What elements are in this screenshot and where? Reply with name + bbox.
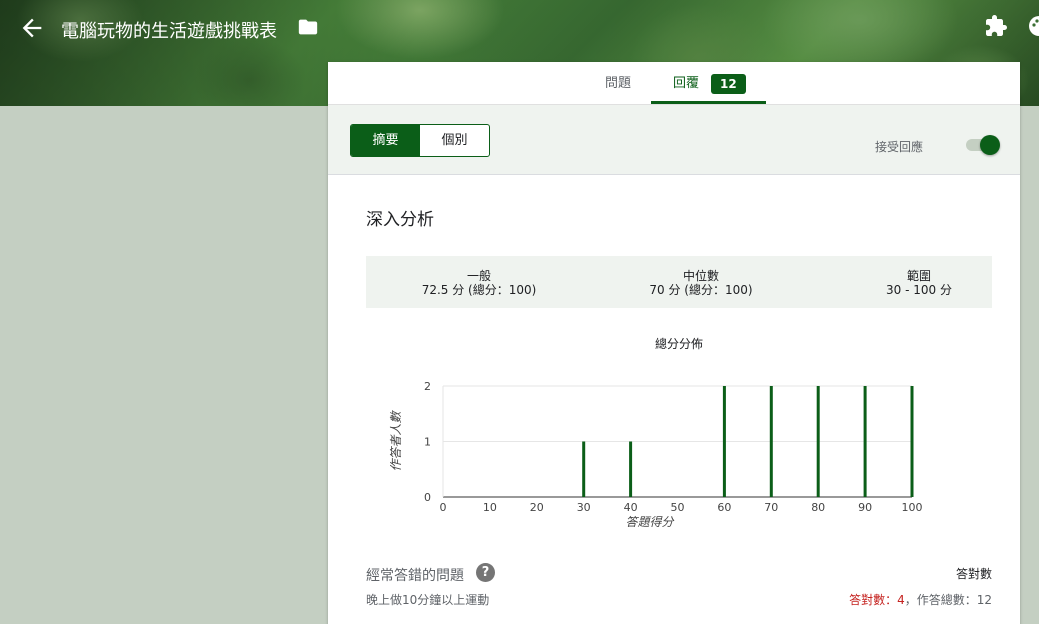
palette-icon[interactable] — [1027, 14, 1039, 38]
chart-bar — [629, 441, 633, 497]
folder-icon[interactable] — [297, 16, 319, 38]
stat-average-value: 72.5 分 (總分：100) — [421, 283, 537, 297]
stat-median-value: 70 分 (總分：100) — [649, 283, 753, 297]
stat-median-label: 中位數 — [682, 269, 719, 283]
x-tick-label: 90 — [858, 501, 872, 514]
responses-toolbar: 摘要 個別 接受回應 — [328, 105, 1020, 175]
x-tick-label: 10 — [483, 501, 497, 514]
active-tab-indicator — [651, 101, 766, 104]
x-tick-label: 60 — [717, 501, 731, 514]
summary-button[interactable]: 摘要 — [351, 125, 420, 156]
y-tick-label: 2 — [424, 380, 431, 393]
toggle-thumb — [980, 135, 1000, 155]
chart-bar — [816, 386, 820, 497]
x-tick-label: 70 — [764, 501, 778, 514]
insights-title: 深入分析 — [366, 210, 434, 230]
individual-button[interactable]: 個別 — [420, 125, 489, 156]
correct-count: 答對數：4 — [849, 593, 905, 607]
x-tick-label: 100 — [902, 501, 923, 514]
tab-questions[interactable]: 問題 — [605, 62, 631, 105]
y-tick-label: 1 — [424, 436, 431, 449]
chart-title: 總分分佈 — [655, 336, 703, 351]
help-icon[interactable]: ? — [476, 563, 495, 582]
view-switcher: 摘要 個別 — [350, 124, 490, 157]
tab-responses-label: 回覆 — [673, 76, 700, 91]
x-axis-label: 答題得分 — [625, 515, 674, 529]
tab-bar: 問題 回覆 12 — [328, 62, 1020, 105]
chart-bar — [910, 386, 914, 497]
x-tick-label: 30 — [577, 501, 591, 514]
tab-responses[interactable]: 回覆 12 — [673, 62, 746, 105]
x-tick-label: 40 — [624, 501, 638, 514]
chart-bar — [582, 441, 586, 497]
chart-bar — [863, 386, 867, 497]
stat-range: 範圍 30 - 100 分 — [856, 269, 982, 297]
x-tick-label: 50 — [671, 501, 685, 514]
responses-card: 問題 回覆 12 摘要 個別 接受回應 深入分析 一般 72.5 分 (總分：10… — [328, 62, 1020, 624]
back-arrow-icon[interactable] — [18, 14, 46, 42]
frequently-missed-title: 經常答錯的問題 — [366, 568, 464, 584]
accepting-responses-label: 接受回應 — [874, 140, 923, 154]
stat-average: 一般 72.5 分 (總分：100) — [416, 269, 542, 297]
score-distribution-chart: 總分分佈0120 10 20 30 40 50 60 70 80 90 100答題得分作答者人數 — [389, 336, 923, 529]
missed-question-stats: 答對數：4，作答總數：12 — [849, 591, 992, 608]
stat-median: 中位數 70 分 (總分：100) — [638, 269, 764, 297]
accepting-responses-toggle[interactable] — [964, 133, 1000, 155]
total-count: ，作答總數：12 — [904, 593, 992, 607]
score-stats: 一般 72.5 分 (總分：100) 中位數 70 分 (總分：100) 範圍 … — [366, 256, 992, 308]
x-tick-label: 20 — [530, 501, 544, 514]
form-title: 電腦玩物的生活遊戲挑戰表 — [61, 21, 277, 42]
y-axis-label: 作答者人數 — [389, 410, 403, 472]
missed-question-text: 晚上做10分鐘以上運動 — [366, 593, 490, 607]
x-tick-label: 80 — [811, 501, 825, 514]
stat-range-value: 30 - 100 分 — [886, 283, 952, 297]
stat-average-label: 一般 — [466, 269, 491, 283]
chart-bar — [722, 386, 726, 497]
puzzle-addon-icon[interactable] — [984, 14, 1008, 38]
stat-range-label: 範圍 — [906, 269, 931, 283]
response-count-badge: 12 — [711, 73, 746, 94]
x-tick-label: 0 — [440, 501, 447, 514]
chart-bar — [769, 386, 773, 497]
y-tick-label: 0 — [424, 491, 431, 504]
correct-count-header: 答對數 — [955, 567, 992, 581]
